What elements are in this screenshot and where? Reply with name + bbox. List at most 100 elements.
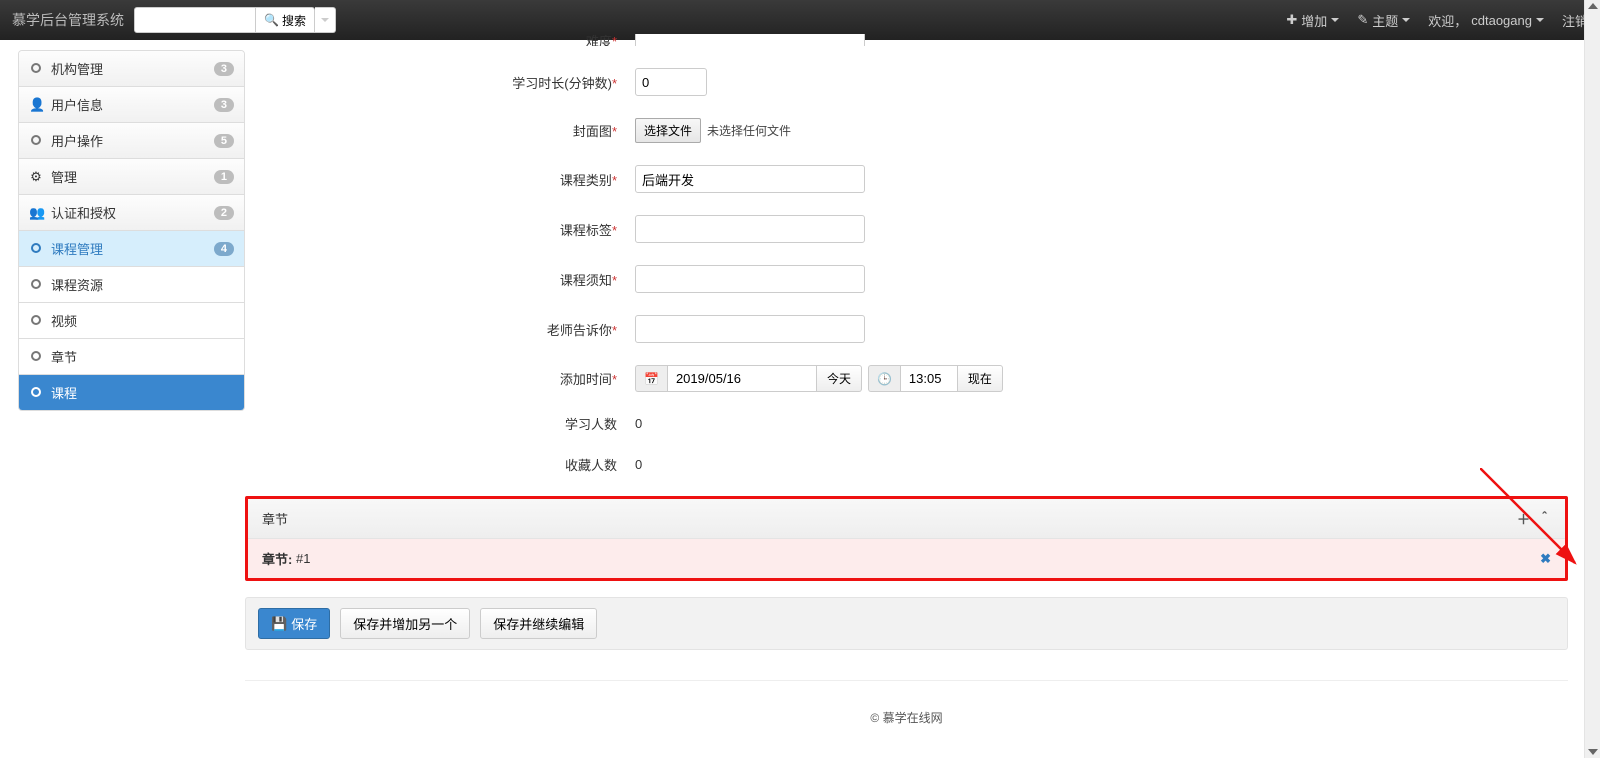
- sidebar-item-label: 课程资源: [51, 275, 103, 294]
- sidebar-item-label: 视频: [51, 311, 77, 330]
- collapse-chapter-button[interactable]: ＾: [1538, 509, 1551, 528]
- theme-dropdown[interactable]: ✎ 主题: [1357, 11, 1410, 30]
- search-button[interactable]: 🔍 搜索: [256, 7, 315, 33]
- cover-label: 封面图: [573, 124, 612, 139]
- minutes-label: 学习时长(分钟数): [512, 76, 612, 91]
- sidebar-item-icon: [29, 313, 43, 328]
- sidebar-item-icon: 👥: [29, 205, 43, 221]
- sidebar-item-badge: 3: [214, 98, 234, 112]
- file-status-text: 未选择任何文件: [707, 122, 791, 139]
- chapter-row-prefix: 章节:: [262, 549, 292, 568]
- sidebar-item-4[interactable]: 👥 认证和授权 2: [19, 195, 244, 231]
- sidebar-item-5[interactable]: 课程管理 4: [19, 231, 244, 267]
- choose-file-button[interactable]: 选择文件: [635, 118, 701, 143]
- minutes-input[interactable]: [635, 68, 707, 96]
- plus-icon: ✚: [1286, 12, 1297, 28]
- scroll-up-icon: [1588, 3, 1598, 9]
- sidebar-item-badge: 5: [214, 134, 234, 148]
- notes-label: 课程须知: [560, 273, 612, 288]
- sidebar-item-badge: 1: [214, 170, 234, 184]
- add-dropdown[interactable]: ✚ 增加: [1286, 11, 1339, 30]
- today-button[interactable]: 今天: [817, 365, 862, 392]
- favs-label: 收藏人数: [565, 458, 617, 473]
- sidebar-item-badge: 2: [214, 206, 234, 220]
- pencil-icon: ✎: [1357, 12, 1368, 28]
- save-continue-button[interactable]: 保存并继续编辑: [480, 608, 597, 639]
- main-content: 难度* 学习时长(分钟数)* 封面图* 选择文件 未选择任何文件 课程类别* 课…: [245, 40, 1586, 780]
- scroll-down-icon: [1588, 749, 1598, 755]
- date-group: 📅 今天: [635, 365, 862, 392]
- sidebar-item-icon: 👤: [29, 97, 43, 113]
- calendar-icon[interactable]: 📅: [635, 365, 667, 392]
- sidebar-item-7[interactable]: 视频: [19, 303, 244, 339]
- user-dropdown[interactable]: 欢迎， cdtaogang: [1428, 11, 1544, 30]
- sidebar-item-icon: [29, 133, 43, 148]
- notes-input[interactable]: [635, 265, 865, 293]
- addtime-label: 添加时间: [560, 372, 612, 387]
- difficulty-input[interactable]: [635, 34, 865, 46]
- difficulty-label: 难度: [586, 34, 612, 46]
- chapter-panel-header: 章节 ＋ ＾: [248, 499, 1565, 539]
- sidebar-item-label: 课程: [51, 383, 77, 402]
- clock-icon[interactable]: 🕒: [868, 365, 900, 392]
- time-group: 🕒 现在: [868, 365, 1003, 392]
- sidebar-item-icon: [29, 61, 43, 76]
- sidebar-item-label: 章节: [51, 347, 77, 366]
- tag-input[interactable]: [635, 215, 865, 243]
- form: 难度* 学习时长(分钟数)* 封面图* 选择文件 未选择任何文件 课程类别* 课…: [245, 34, 1568, 474]
- chevron-down-icon: [1402, 18, 1410, 22]
- sidebar-item-icon: [29, 241, 43, 256]
- sidebar: 机构管理 3 👤 用户信息 3 用户操作 5 ⚙ 管理 1 👥 认证和授权 2 课程管理 4 课程资源视频章节…: [0, 40, 245, 780]
- search-input[interactable]: [134, 7, 256, 33]
- scrollbar[interactable]: [1584, 0, 1600, 758]
- sidebar-item-label: 用户信息: [51, 95, 103, 114]
- date-input[interactable]: [667, 365, 817, 392]
- tag-label: 课程标签: [560, 223, 612, 238]
- search-dropdown[interactable]: [315, 7, 336, 33]
- sidebar-item-1[interactable]: 👤 用户信息 3: [19, 87, 244, 123]
- chevron-down-icon: [1331, 18, 1339, 22]
- teacher-label: 老师告诉你: [547, 323, 612, 338]
- chapter-panel: 章节 ＋ ＾ 章节: #1 ✖: [245, 496, 1568, 581]
- now-button[interactable]: 现在: [958, 365, 1003, 392]
- sidebar-item-icon: [29, 349, 43, 364]
- chevron-down-icon: [321, 18, 329, 22]
- sidebar-item-icon: [29, 385, 43, 400]
- search-icon: 🔍: [264, 13, 279, 27]
- sidebar-item-icon: [29, 277, 43, 292]
- brand-title: 慕学后台管理系统: [12, 10, 124, 30]
- learners-value: 0: [635, 416, 642, 431]
- sidebar-item-6[interactable]: 课程资源: [19, 267, 244, 303]
- learners-label: 学习人数: [565, 417, 617, 432]
- save-add-another-button[interactable]: 保存并增加另一个: [340, 608, 470, 639]
- sidebar-item-badge: 4: [214, 242, 234, 256]
- sidebar-item-icon: ⚙: [29, 169, 43, 185]
- favs-value: 0: [635, 457, 642, 472]
- action-bar: 💾 保存 保存并增加另一个 保存并继续编辑: [245, 597, 1568, 650]
- sidebar-item-label: 认证和授权: [51, 203, 116, 222]
- sidebar-item-0[interactable]: 机构管理 3: [19, 51, 244, 87]
- save-button[interactable]: 💾 保存: [258, 608, 330, 639]
- sidebar-item-3[interactable]: ⚙ 管理 1: [19, 159, 244, 195]
- chapter-row-id: #1: [296, 551, 310, 566]
- time-input[interactable]: [900, 365, 958, 392]
- save-icon: 💾: [271, 616, 287, 632]
- add-chapter-button[interactable]: ＋: [1517, 509, 1530, 528]
- sidebar-item-8[interactable]: 章节: [19, 339, 244, 375]
- sidebar-item-2[interactable]: 用户操作 5: [19, 123, 244, 159]
- sidebar-item-badge: 3: [214, 62, 234, 76]
- search-group: 🔍 搜索: [134, 7, 336, 33]
- delete-chapter-button[interactable]: ✖: [1540, 551, 1551, 567]
- category-input[interactable]: [635, 165, 865, 193]
- sidebar-item-label: 机构管理: [51, 59, 103, 78]
- sidebar-item-label: 课程管理: [51, 239, 103, 258]
- sidebar-item-label: 管理: [51, 167, 77, 186]
- chapter-panel-title: 章节: [262, 509, 288, 528]
- chapter-row: 章节: #1 ✖: [248, 539, 1565, 578]
- sidebar-item-9[interactable]: 课程: [19, 375, 244, 410]
- teacher-input[interactable]: [635, 315, 865, 343]
- footer: © 慕学在线网: [245, 680, 1568, 740]
- sidebar-item-label: 用户操作: [51, 131, 103, 150]
- category-label: 课程类别: [560, 173, 612, 188]
- chevron-down-icon: [1536, 18, 1544, 22]
